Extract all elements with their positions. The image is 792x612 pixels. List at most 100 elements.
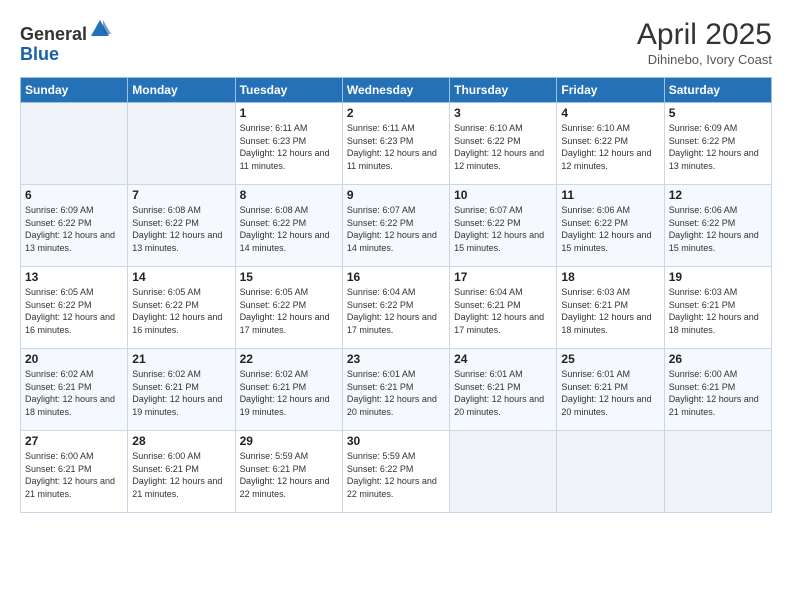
day-number: 26 xyxy=(669,352,767,366)
day-info: Sunrise: 6:08 AM Sunset: 6:22 PM Dayligh… xyxy=(240,204,338,254)
day-number: 5 xyxy=(669,106,767,120)
day-info: Sunrise: 5:59 AM Sunset: 6:22 PM Dayligh… xyxy=(347,450,445,500)
day-number: 10 xyxy=(454,188,552,202)
calendar-cell xyxy=(450,431,557,513)
calendar-cell: 3Sunrise: 6:10 AM Sunset: 6:22 PM Daylig… xyxy=(450,103,557,185)
day-info: Sunrise: 6:00 AM Sunset: 6:21 PM Dayligh… xyxy=(132,450,230,500)
calendar-cell: 29Sunrise: 5:59 AM Sunset: 6:21 PM Dayli… xyxy=(235,431,342,513)
calendar-cell: 23 Sunrise: 6:01 AM Sunset: 6:21 PM Dayli… xyxy=(342,349,449,431)
calendar-cell: 11 Sunrise: 6:06 AM Sunset: 6:22 PM Dayli… xyxy=(557,185,664,267)
calendar-cell: 21Sunrise: 6:02 AM Sunset: 6:21 PM Dayli… xyxy=(128,349,235,431)
calendar-cell: 16Sunrise: 6:04 AM Sunset: 6:22 PM Dayli… xyxy=(342,267,449,349)
day-number: 28 xyxy=(132,434,230,448)
weekday-header-wednesday: Wednesday xyxy=(342,78,449,103)
day-info: Sunrise: 6:02 AM Sunset: 6:21 PM Dayligh… xyxy=(25,368,123,418)
day-info: Sunrise: 6:10 AM Sunset: 6:22 PM Dayligh… xyxy=(561,122,659,172)
weekday-header-thursday: Thursday xyxy=(450,78,557,103)
day-info: Sunrise: 6:06 AM Sunset: 6:22 PM Dayligh… xyxy=(561,204,659,254)
calendar-cell xyxy=(128,103,235,185)
calendar-table: SundayMondayTuesdayWednesdayThursdayFrid… xyxy=(20,77,772,513)
day-info: Sunrise: 6:11 AM Sunset: 6:23 PM Dayligh… xyxy=(347,122,445,172)
day-info: Sunrise: 6:03 AM Sunset: 6:21 PM Dayligh… xyxy=(669,286,767,336)
calendar-cell: 9 Sunrise: 6:07 AM Sunset: 6:22 PM Daylig… xyxy=(342,185,449,267)
logo-blue: Blue xyxy=(20,44,59,64)
day-info: Sunrise: 6:08 AM Sunset: 6:22 PM Dayligh… xyxy=(132,204,230,254)
calendar-cell: 27Sunrise: 6:00 AM Sunset: 6:21 PM Dayli… xyxy=(21,431,128,513)
week-row-1: 1 Sunrise: 6:11 AM Sunset: 6:23 PM Daylig… xyxy=(21,103,772,185)
day-number: 6 xyxy=(25,188,123,202)
day-number: 30 xyxy=(347,434,445,448)
day-number: 17 xyxy=(454,270,552,284)
calendar-cell: 25 Sunrise: 6:01 AM Sunset: 6:21 PM Dayli… xyxy=(557,349,664,431)
calendar-cell: 12 Sunrise: 6:06 AM Sunset: 6:22 PM Dayli… xyxy=(664,185,771,267)
day-info: Sunrise: 6:07 AM Sunset: 6:22 PM Dayligh… xyxy=(454,204,552,254)
calendar-cell: 4 Sunrise: 6:10 AM Sunset: 6:22 PM Daylig… xyxy=(557,103,664,185)
weekday-header-sunday: Sunday xyxy=(21,78,128,103)
calendar-cell xyxy=(21,103,128,185)
logo: General Blue xyxy=(20,18,111,65)
logo-icon xyxy=(89,18,111,40)
calendar-cell: 24Sunrise: 6:01 AM Sunset: 6:21 PM Dayli… xyxy=(450,349,557,431)
calendar-cell: 7 Sunrise: 6:08 AM Sunset: 6:22 PM Daylig… xyxy=(128,185,235,267)
day-info: Sunrise: 6:01 AM Sunset: 6:21 PM Dayligh… xyxy=(347,368,445,418)
week-row-2: 6 Sunrise: 6:09 AM Sunset: 6:22 PM Daylig… xyxy=(21,185,772,267)
calendar-cell: 26 Sunrise: 6:00 AM Sunset: 6:21 PM Dayli… xyxy=(664,349,771,431)
day-number: 11 xyxy=(561,188,659,202)
day-number: 9 xyxy=(347,188,445,202)
day-number: 1 xyxy=(240,106,338,120)
header-right: April 2025 Dihinebo, Ivory Coast xyxy=(637,18,772,67)
day-info: Sunrise: 6:01 AM Sunset: 6:21 PM Dayligh… xyxy=(561,368,659,418)
calendar-cell: 18Sunrise: 6:03 AM Sunset: 6:21 PM Dayli… xyxy=(557,267,664,349)
day-number: 23 xyxy=(347,352,445,366)
day-number: 19 xyxy=(669,270,767,284)
day-info: Sunrise: 6:00 AM Sunset: 6:21 PM Dayligh… xyxy=(669,368,767,418)
calendar-cell: 28 Sunrise: 6:00 AM Sunset: 6:21 PM Dayli… xyxy=(128,431,235,513)
calendar-cell: 17Sunrise: 6:04 AM Sunset: 6:21 PM Dayli… xyxy=(450,267,557,349)
calendar-cell: 6 Sunrise: 6:09 AM Sunset: 6:22 PM Daylig… xyxy=(21,185,128,267)
day-info: Sunrise: 6:09 AM Sunset: 6:22 PM Dayligh… xyxy=(669,122,767,172)
day-info: Sunrise: 6:05 AM Sunset: 6:22 PM Dayligh… xyxy=(132,286,230,336)
header: General Blue April 2025 Dihinebo, Ivory … xyxy=(20,18,772,67)
day-info: Sunrise: 6:10 AM Sunset: 6:22 PM Dayligh… xyxy=(454,122,552,172)
day-number: 18 xyxy=(561,270,659,284)
day-number: 12 xyxy=(669,188,767,202)
day-info: Sunrise: 6:05 AM Sunset: 6:22 PM Dayligh… xyxy=(25,286,123,336)
day-number: 22 xyxy=(240,352,338,366)
day-number: 7 xyxy=(132,188,230,202)
calendar-cell: 30 Sunrise: 5:59 AM Sunset: 6:22 PM Dayli… xyxy=(342,431,449,513)
day-number: 27 xyxy=(25,434,123,448)
weekday-header-saturday: Saturday xyxy=(664,78,771,103)
day-number: 20 xyxy=(25,352,123,366)
day-info: Sunrise: 6:06 AM Sunset: 6:22 PM Dayligh… xyxy=(669,204,767,254)
calendar-cell xyxy=(664,431,771,513)
day-info: Sunrise: 5:59 AM Sunset: 6:21 PM Dayligh… xyxy=(240,450,338,500)
weekday-header-tuesday: Tuesday xyxy=(235,78,342,103)
weekday-header-row: SundayMondayTuesdayWednesdayThursdayFrid… xyxy=(21,78,772,103)
calendar-cell: 2 Sunrise: 6:11 AM Sunset: 6:23 PM Daylig… xyxy=(342,103,449,185)
day-info: Sunrise: 6:04 AM Sunset: 6:22 PM Dayligh… xyxy=(347,286,445,336)
day-info: Sunrise: 6:05 AM Sunset: 6:22 PM Dayligh… xyxy=(240,286,338,336)
day-info: Sunrise: 6:02 AM Sunset: 6:21 PM Dayligh… xyxy=(240,368,338,418)
day-info: Sunrise: 6:07 AM Sunset: 6:22 PM Dayligh… xyxy=(347,204,445,254)
week-row-5: 27 Sunrise: 6:00 AM Sunset: 6:21 PM Dayli… xyxy=(21,431,772,513)
day-number: 4 xyxy=(561,106,659,120)
calendar-cell: 10 Sunrise: 6:07 AM Sunset: 6:22 PM Dayli… xyxy=(450,185,557,267)
calendar-cell: 19 Sunrise: 6:03 AM Sunset: 6:21 PM Dayli… xyxy=(664,267,771,349)
day-number: 25 xyxy=(561,352,659,366)
week-row-3: 13Sunrise: 6:05 AM Sunset: 6:22 PM Dayli… xyxy=(21,267,772,349)
day-number: 8 xyxy=(240,188,338,202)
calendar-cell: 14Sunrise: 6:05 AM Sunset: 6:22 PM Dayli… xyxy=(128,267,235,349)
page-title: April 2025 xyxy=(637,18,772,52)
weekday-header-friday: Friday xyxy=(557,78,664,103)
day-number: 15 xyxy=(240,270,338,284)
calendar-cell: 13Sunrise: 6:05 AM Sunset: 6:22 PM Dayli… xyxy=(21,267,128,349)
day-info: Sunrise: 6:11 AM Sunset: 6:23 PM Dayligh… xyxy=(240,122,338,172)
day-info: Sunrise: 6:09 AM Sunset: 6:22 PM Dayligh… xyxy=(25,204,123,254)
calendar-cell: 8 Sunrise: 6:08 AM Sunset: 6:22 PM Daylig… xyxy=(235,185,342,267)
calendar-cell: 20 Sunrise: 6:02 AM Sunset: 6:21 PM Dayli… xyxy=(21,349,128,431)
weekday-header-monday: Monday xyxy=(128,78,235,103)
calendar-cell: 5 Sunrise: 6:09 AM Sunset: 6:22 PM Daylig… xyxy=(664,103,771,185)
calendar-body: 1 Sunrise: 6:11 AM Sunset: 6:23 PM Daylig… xyxy=(21,103,772,513)
page-subtitle: Dihinebo, Ivory Coast xyxy=(637,52,772,67)
day-number: 2 xyxy=(347,106,445,120)
